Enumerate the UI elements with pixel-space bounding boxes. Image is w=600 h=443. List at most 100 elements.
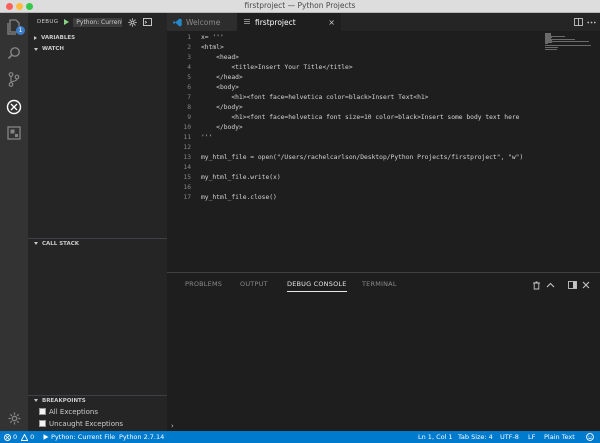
close-tab-icon[interactable]: × bbox=[328, 18, 335, 27]
chevron-down-icon bbox=[34, 399, 38, 402]
split-editor-icon[interactable] bbox=[573, 17, 583, 27]
tab-welcome[interactable]: Welcome bbox=[167, 13, 237, 31]
window-title: firstproject — Python Projects bbox=[244, 1, 356, 10]
line-text: <head> bbox=[201, 53, 239, 61]
tab-firstproject[interactable]: firstproject × bbox=[237, 13, 341, 31]
breakpoint-item-all-exceptions[interactable]: All Exceptions bbox=[39, 406, 98, 417]
line-text: <body> bbox=[201, 83, 239, 91]
open-debug-console-icon[interactable] bbox=[143, 18, 153, 27]
line-text: <html> bbox=[201, 43, 224, 51]
source-control-icon[interactable] bbox=[0, 67, 28, 91]
line-number: 7 bbox=[187, 93, 191, 101]
panel-tab-terminal[interactable]: TERMINAL bbox=[362, 280, 397, 288]
start-debugging-play-icon[interactable] bbox=[64, 19, 70, 25]
variables-title: VARIABLES bbox=[41, 35, 76, 41]
settings-gear-icon[interactable] bbox=[0, 406, 28, 430]
close-panel-icon[interactable] bbox=[581, 280, 591, 290]
code-line: 9 <h1><font face=helvetica font size=10 … bbox=[167, 112, 537, 122]
code-line: 8 </body> bbox=[167, 102, 537, 112]
debug-console-prompt[interactable]: › bbox=[171, 422, 174, 430]
panel-tab-debug-console[interactable]: DEBUG CONSOLE bbox=[287, 280, 347, 292]
warning-count: 0 bbox=[30, 433, 35, 441]
error-count: 0 bbox=[13, 433, 18, 441]
code-line: 14 bbox=[167, 162, 537, 172]
chevron-down-icon bbox=[34, 242, 38, 245]
all-exceptions-checkbox[interactable] bbox=[39, 408, 46, 415]
line-text: </body> bbox=[201, 123, 243, 131]
tab-size-status[interactable]: Tab Size: 4 bbox=[458, 433, 493, 441]
clear-console-icon[interactable] bbox=[531, 280, 541, 290]
debug-config-status[interactable]: Python: Current File bbox=[43, 433, 115, 441]
line-text: my_html_file.close() bbox=[201, 193, 277, 201]
activity-bar: 1 bbox=[0, 13, 28, 431]
chevron-right-icon bbox=[34, 36, 37, 40]
debug-settings-gear-icon[interactable] bbox=[128, 17, 137, 27]
line-text: my_html_file = open("/Users/rachelcarlso… bbox=[201, 153, 524, 161]
code-line: 13 my_html_file = open("/Users/rachelcarl… bbox=[167, 152, 537, 162]
python-interpreter-status[interactable]: Python 2.7.14 bbox=[119, 433, 164, 441]
line-text: x= ''' bbox=[201, 33, 224, 41]
warning-icon bbox=[21, 433, 29, 441]
extensions-icon[interactable] bbox=[0, 121, 28, 145]
line-number: 3 bbox=[187, 53, 191, 61]
panel-tab-output[interactable]: OUTPUT bbox=[240, 280, 268, 288]
line-number: 17 bbox=[183, 193, 191, 201]
code-line: 16 bbox=[167, 182, 537, 192]
code-line: 10 </body> bbox=[167, 122, 537, 132]
file-lines-icon bbox=[244, 19, 250, 24]
minimap[interactable] bbox=[545, 33, 593, 55]
debug-configuration-select[interactable]: Python: Current File bbox=[73, 17, 123, 27]
chevron-up-icon[interactable] bbox=[545, 280, 555, 290]
bottom-panel: PROBLEMS OUTPUT DEBUG CONSOLE TERMINAL › bbox=[167, 272, 600, 431]
line-text: <title>Insert Your Title</title> bbox=[201, 63, 353, 71]
line-number: 10 bbox=[183, 123, 191, 131]
debug-toolbar: DEBUG Python: Current File bbox=[28, 13, 167, 31]
line-text: ''' bbox=[201, 133, 213, 141]
line-number: 14 bbox=[183, 163, 191, 171]
line-text: </head> bbox=[201, 73, 243, 81]
breakpoint-label: Uncaught Exceptions bbox=[49, 419, 124, 428]
debug-icon[interactable] bbox=[0, 95, 28, 119]
line-number: 15 bbox=[183, 173, 191, 181]
eol-status[interactable]: LF bbox=[528, 433, 535, 441]
code-line: 3 <head> bbox=[167, 52, 537, 62]
watch-section-header[interactable]: WATCH bbox=[28, 44, 167, 54]
cursor-position-status[interactable]: Ln 1, Col 1 bbox=[418, 433, 453, 441]
code-line: 15 my_html_file.write(x) bbox=[167, 172, 537, 182]
editor-tab-bar: Welcome firstproject × bbox=[167, 13, 600, 31]
breakpoints-section-header[interactable]: BREAKPOINTS bbox=[28, 395, 167, 405]
panel-tab-problems[interactable]: PROBLEMS bbox=[185, 280, 222, 288]
more-actions-icon[interactable] bbox=[586, 17, 596, 27]
call-stack-section-header[interactable]: CALL STACK bbox=[28, 238, 167, 248]
line-number: 8 bbox=[187, 103, 191, 111]
code-line: 1 x= ''' bbox=[167, 32, 537, 42]
line-number: 5 bbox=[187, 73, 191, 81]
debug-config-label: Python: Current File bbox=[51, 433, 116, 441]
watch-title: WATCH bbox=[42, 46, 65, 52]
uncaught-exceptions-checkbox[interactable] bbox=[39, 420, 46, 427]
search-icon[interactable] bbox=[0, 41, 28, 65]
smiley-feedback-icon[interactable] bbox=[586, 433, 594, 441]
breakpoints-title: BREAKPOINTS bbox=[42, 397, 86, 404]
line-number: 9 bbox=[187, 113, 191, 121]
variables-section-header[interactable]: VARIABLES bbox=[28, 33, 167, 43]
breakpoint-item-uncaught-exceptions[interactable]: Uncaught Exceptions bbox=[39, 418, 123, 429]
encoding-status[interactable]: UTF-8 bbox=[500, 433, 519, 441]
code-line: 6 <body> bbox=[167, 82, 537, 92]
toggle-panel-position-icon[interactable] bbox=[567, 280, 577, 290]
line-text: </body> bbox=[201, 103, 243, 111]
line-number: 6 bbox=[187, 83, 191, 91]
error-icon bbox=[4, 433, 11, 441]
line-text: my_html_file.write(x) bbox=[201, 173, 281, 181]
files-icon[interactable]: 1 bbox=[0, 15, 28, 39]
line-number: 4 bbox=[187, 63, 191, 71]
code-line: 2 <html> bbox=[167, 42, 537, 52]
problems-status[interactable]: 0 0 bbox=[4, 433, 34, 441]
breakpoint-label: All Exceptions bbox=[49, 407, 98, 416]
status-bar: 0 0 Python: Current File Python 2.7.14 L… bbox=[0, 431, 600, 443]
line-number: 11 bbox=[183, 133, 191, 141]
language-mode-status[interactable]: Plain Text bbox=[544, 433, 575, 441]
code-line: 4 <title>Insert Your Title</title> bbox=[167, 62, 537, 72]
code-editor[interactable]: 1 x= ''' 2 <html> 3 <head> 4 <title>Insert… bbox=[167, 31, 600, 272]
line-text: <h1><font face=helvetica font size=10 co… bbox=[201, 113, 520, 121]
